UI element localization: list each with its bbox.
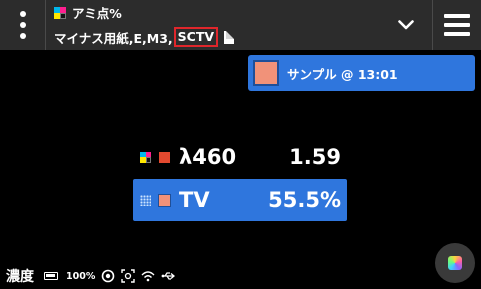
battery-level: 100% (66, 270, 96, 282)
status-bar: 濃度 100% (6, 266, 176, 286)
hamburger-menu-icon[interactable] (432, 0, 481, 50)
cmyk-icon (54, 6, 66, 19)
battery-icon (44, 272, 58, 280)
measurement-label: TV (179, 188, 210, 212)
palette-icon (448, 256, 462, 270)
measurement-label: λ460 (179, 145, 237, 169)
measurement-row-tv[interactable]: TV 55.5% (133, 179, 347, 221)
camera-focus-icon (121, 269, 136, 283)
kebab-menu-icon[interactable] (0, 0, 46, 50)
color-swatch (158, 193, 171, 207)
cmyk-icon (140, 151, 151, 163)
sample-label: サンプル @ 13:01 (287, 66, 398, 82)
chevron-down-icon[interactable] (383, 0, 429, 50)
top-bar: アミ点% マイナス用紙,E,M3, SCTV (0, 0, 481, 50)
subtitle-highlight: SCTV (173, 27, 219, 47)
title-area[interactable]: アミ点% マイナス用紙,E,M3, SCTV (54, 3, 381, 47)
wifi-icon (141, 269, 155, 283)
target-icon (101, 269, 115, 283)
halftone-dots-icon (140, 194, 151, 206)
color-swatch (158, 150, 171, 164)
usb-icon (161, 269, 176, 283)
document-icon (224, 30, 235, 44)
measurement-value: 1.59 (289, 145, 341, 169)
sample-color-swatch (253, 60, 279, 86)
subtitle-prefix: マイナス用紙,E,M3, (54, 30, 173, 46)
sample-badge[interactable]: サンプル @ 13:01 (248, 55, 475, 91)
measurement-value: 55.5% (268, 188, 341, 212)
mode-label: 濃度 (6, 269, 34, 285)
page-title: アミ点% (72, 6, 122, 21)
color-picker-button[interactable] (435, 243, 475, 283)
measurement-row-lambda[interactable]: λ460 1.59 (133, 136, 347, 178)
